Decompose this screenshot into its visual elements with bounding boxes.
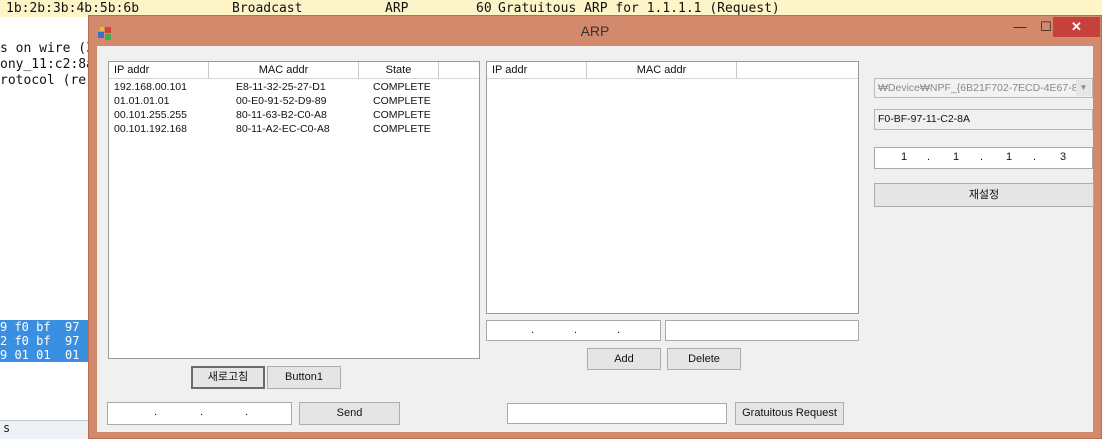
column-header-ip[interactable]: IP addr (487, 62, 587, 79)
detail-line[interactable]: ony_11:c2:8a (0, 57, 88, 73)
column-header-state[interactable]: State (359, 62, 439, 79)
ip-separator: . (617, 324, 621, 336)
detail-line[interactable]: s on wire (3 (0, 41, 88, 57)
delete-button[interactable]: Delete (667, 348, 741, 370)
chevron-down-icon[interactable]: ▼ (1076, 80, 1091, 96)
ip-separator: . (574, 324, 578, 336)
hex-row[interactable]: 9 01 01 01 (0, 348, 88, 362)
arp-cache-list[interactable]: IP addr MAC addr State 192.168.00.101 E8… (108, 61, 480, 359)
add-button[interactable]: Add (587, 348, 661, 370)
arp-row-ip[interactable]: 00.101.255.255 (114, 109, 187, 121)
column-header-mac[interactable]: MAC addr (587, 62, 737, 79)
adapter-select[interactable]: ₩Device₩NPF_{6B21F702-7ECD-4E67-8 ▼ (874, 78, 1093, 98)
my-mac-field: F0-BF-97-11-C2-8A (874, 109, 1093, 130)
refresh-button[interactable]: 새로고침 (191, 366, 265, 389)
status-text: s (3, 421, 11, 435)
button1[interactable]: Button1 (267, 366, 341, 389)
gratuitous-mac-input[interactable] (507, 403, 727, 424)
ip-separator: . (245, 406, 249, 418)
proxy-ip-input[interactable]: . . . (486, 320, 661, 341)
ip-octet-3[interactable]: 1 (1006, 151, 1012, 163)
title-bar[interactable]: ARP — ☐ ✕ (89, 16, 1101, 46)
proxy-mac-input[interactable] (665, 320, 859, 341)
ip-separator: . (200, 406, 204, 418)
window-title: ARP (580, 23, 610, 39)
arp-row-mac[interactable]: E8-11-32-25-27-D1 (236, 81, 326, 93)
ip-separator: . (531, 324, 535, 336)
arp-row-ip[interactable]: 00.101.192.168 (114, 123, 187, 135)
column-header-mac[interactable]: MAC addr (209, 62, 359, 79)
ip-separator: . (154, 406, 158, 418)
arp-row-mac[interactable]: 80-11-A2-EC-C0-A8 (236, 123, 330, 135)
arp-row-mac[interactable]: 80-11-63-B2-C0-A8 (236, 109, 327, 121)
ip-octet-1[interactable]: 1 (901, 151, 907, 163)
arp-row-ip[interactable]: 192.168.00.101 (114, 81, 187, 93)
detail-line[interactable]: rotocol (re (0, 73, 86, 89)
arp-row-ip[interactable]: 01.01.01.01 (114, 95, 169, 107)
ip-octet-2[interactable]: 1 (953, 151, 959, 163)
arp-row-state[interactable]: COMPLETE (373, 81, 431, 93)
column-header-empty (737, 62, 858, 79)
ip-separator: . (1033, 151, 1037, 163)
arp-row-mac[interactable]: 00-E0-91-52-D9-89 (236, 95, 326, 107)
hex-row[interactable]: 9 f0 bf 97 (0, 320, 88, 334)
gratuitous-request-button[interactable]: Gratuitous Request (735, 402, 844, 425)
proxy-arp-list[interactable]: IP addr MAC addr (486, 61, 859, 314)
client-area: IP addr MAC addr State 192.168.00.101 E8… (97, 46, 1094, 432)
send-ip-input[interactable]: . . . (107, 402, 292, 425)
ip-separator: . (927, 151, 931, 163)
close-button[interactable]: ✕ (1053, 17, 1100, 37)
column-header-empty (439, 62, 479, 79)
reset-button[interactable]: 재설정 (874, 183, 1094, 207)
status-bar: s (0, 420, 88, 439)
column-header-ip[interactable]: IP addr (109, 62, 209, 79)
arp-row-state[interactable]: COMPLETE (373, 109, 431, 121)
arp-row-state[interactable]: COMPLETE (373, 95, 431, 107)
adapter-value: ₩Device₩NPF_{6B21F702-7ECD-4E67-8 (878, 82, 1078, 94)
send-button[interactable]: Send (299, 402, 400, 425)
ip-octet-4[interactable]: 3 (1060, 151, 1066, 163)
hex-row[interactable]: 2 f0 bf 97 (0, 334, 88, 348)
arp-row-state[interactable]: COMPLETE (373, 123, 431, 135)
ip-separator: . (980, 151, 984, 163)
minimize-button[interactable]: — (1007, 17, 1033, 37)
arp-window: ARP — ☐ ✕ IP addr MAC addr State 192.168… (88, 15, 1102, 439)
packet-detail-pane: s on wire (3 ony_11:c2:8a rotocol (re 9 … (0, 17, 88, 439)
gratuitous-ip-input[interactable]: 1 . 1 . 1 . 3 (874, 147, 1093, 169)
